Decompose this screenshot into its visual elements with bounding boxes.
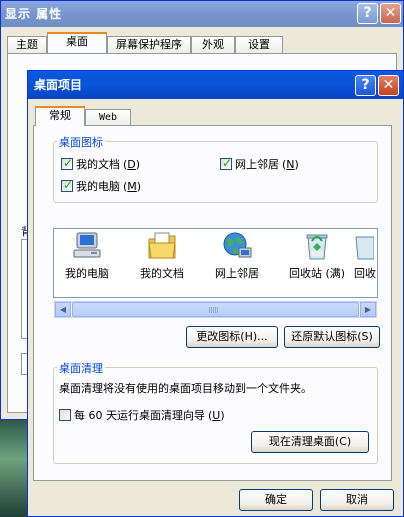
tab-screensaver[interactable]: 屏幕保护程序	[107, 36, 191, 54]
dialog-help-button[interactable]: ?	[355, 75, 376, 96]
my-documents-checkbox[interactable]: 我的文档(D)	[61, 156, 140, 172]
scroll-left-arrow-icon[interactable]: ◀	[55, 302, 71, 317]
network-places-checkbox[interactable]: 网上邻居(N)	[220, 156, 299, 172]
window-title: 显示 属性	[5, 7, 63, 21]
cleanup-description: 桌面清理将没有使用的桌面项目移动到一个文件夹。	[59, 382, 312, 395]
network-globe-icon	[221, 231, 253, 261]
cancel-button[interactable]: 取消	[320, 489, 394, 511]
help-icon: ?	[363, 5, 372, 21]
checkbox-checked-icon	[61, 178, 73, 192]
close-button[interactable]: ✕	[380, 3, 401, 24]
tab-desktop[interactable]: 桌面	[47, 32, 107, 54]
recycle-bin-full-icon	[301, 231, 333, 261]
clean-now-button[interactable]: 现在清理桌面(C)	[251, 431, 369, 453]
cleanup-wizard-checkbox[interactable]: 每 60 天运行桌面清理向导 (U)	[59, 407, 225, 423]
list-item-my-documents[interactable]: 我的文档	[132, 231, 192, 281]
tab-settings[interactable]: 设置	[235, 36, 283, 54]
restore-default-button[interactable]: 还原默认图标(S)	[284, 326, 380, 348]
documents-folder-icon	[146, 231, 178, 261]
list-item-recycle-bin[interactable]: 回收	[354, 231, 377, 281]
checkbox-unchecked-icon	[59, 409, 71, 421]
desktop-cleanup-legend: 桌面清理	[57, 360, 105, 376]
close-icon: ✕	[384, 5, 397, 21]
computer-icon	[71, 231, 103, 261]
tab-theme[interactable]: 主题	[7, 36, 47, 54]
desktop-icons-legend: 桌面图标	[57, 134, 105, 150]
desktop-items-dialog: 桌面项目 ? ✕ 常规 Web 桌面图标 我的文档(D) 网上邻居(N) 我的电…	[27, 70, 404, 517]
change-icon-button[interactable]: 更改图标(H)...	[186, 326, 278, 348]
dialog-titlebar[interactable]: 桌面项目 ? ✕	[28, 71, 403, 99]
help-button[interactable]: ?	[357, 3, 378, 24]
checkbox-checked-icon	[220, 156, 232, 170]
ok-button[interactable]: 确定	[239, 489, 313, 511]
help-icon: ?	[361, 77, 370, 93]
tab-general[interactable]: 常规	[35, 106, 85, 126]
scrollbar-thumb[interactable]	[72, 302, 359, 317]
desktop-background	[0, 420, 30, 517]
icon-list-scrollbar[interactable]: ◀ ▶	[54, 301, 377, 318]
close-icon: ✕	[382, 77, 395, 93]
dialog-title: 桌面项目	[34, 78, 83, 92]
display-properties-titlebar[interactable]: 显示 属性 ? ✕	[1, 1, 403, 27]
checkbox-checked-icon	[61, 156, 73, 170]
list-item-my-computer[interactable]: 我的电脑	[57, 231, 117, 281]
scroll-right-arrow-icon[interactable]: ▶	[360, 302, 376, 317]
list-item-recycle-bin-full[interactable]: 回收站 (满)	[282, 231, 352, 281]
recycle-bin-icon	[354, 231, 375, 261]
my-computer-checkbox[interactable]: 我的电脑(M)	[61, 178, 141, 194]
desktop-icon-list[interactable]: 我的电脑 我的文档 网上邻居 回收站 (满) 回收	[53, 228, 378, 298]
dialog-close-button[interactable]: ✕	[378, 75, 399, 96]
tab-appearance[interactable]: 外观	[191, 36, 235, 54]
list-item-network-places[interactable]: 网上邻居	[207, 231, 267, 281]
